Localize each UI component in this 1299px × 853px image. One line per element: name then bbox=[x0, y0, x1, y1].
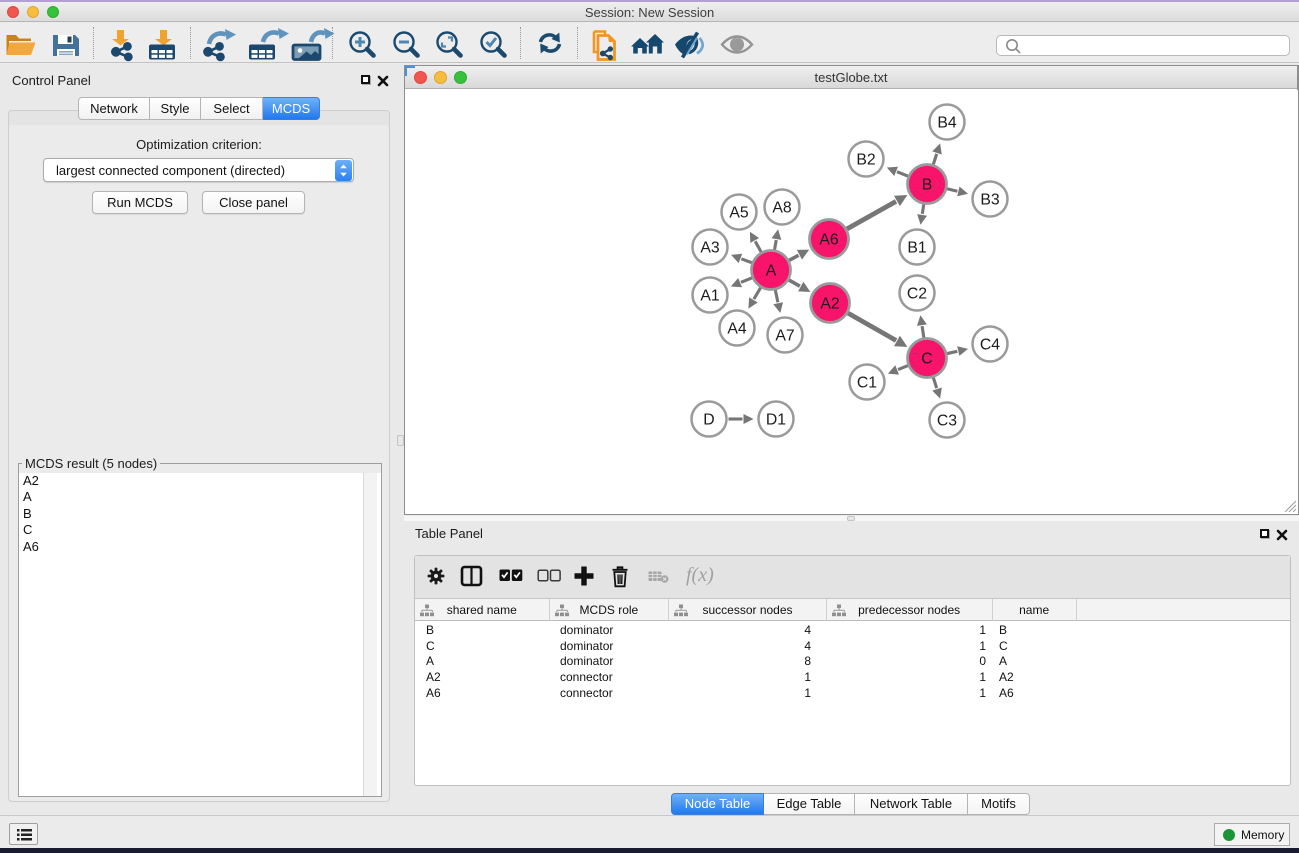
svg-text:A5: A5 bbox=[729, 204, 749, 221]
svg-text:C4: C4 bbox=[980, 336, 1000, 353]
svg-text:B2: B2 bbox=[856, 151, 875, 168]
svg-text:C3: C3 bbox=[937, 412, 957, 429]
svg-text:A4: A4 bbox=[727, 320, 747, 337]
svg-text:A8: A8 bbox=[772, 199, 792, 216]
svg-text:B3: B3 bbox=[980, 191, 1000, 208]
svg-text:B4: B4 bbox=[937, 114, 957, 131]
svg-text:A: A bbox=[766, 262, 777, 279]
svg-text:A6: A6 bbox=[819, 231, 839, 248]
svg-text:A3: A3 bbox=[700, 239, 720, 256]
svg-text:C: C bbox=[921, 350, 932, 367]
svg-text:A1: A1 bbox=[700, 287, 720, 304]
svg-text:D1: D1 bbox=[766, 411, 786, 428]
svg-text:A2: A2 bbox=[820, 295, 839, 312]
svg-text:B1: B1 bbox=[907, 239, 927, 256]
svg-text:C2: C2 bbox=[907, 285, 927, 302]
svg-text:A7: A7 bbox=[775, 327, 794, 344]
svg-text:D: D bbox=[703, 411, 714, 428]
svg-text:C1: C1 bbox=[857, 374, 877, 391]
svg-text:B: B bbox=[922, 176, 933, 193]
